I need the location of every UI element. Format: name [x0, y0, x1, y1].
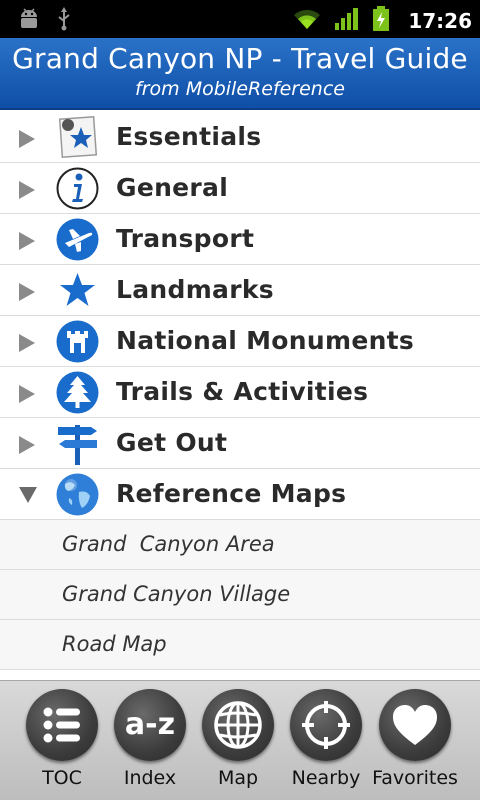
collapse-arrow-icon — [19, 487, 37, 503]
list-icon — [26, 689, 98, 761]
app-header: Grand Canyon NP - Travel Guide from Mobi… — [0, 38, 480, 110]
favorites-button-label: Favorites — [372, 767, 458, 789]
globe-grid-icon — [202, 689, 274, 761]
globe-icon — [56, 473, 99, 516]
index-button-label: Index — [123, 767, 177, 789]
signpost-icon — [58, 425, 97, 465]
toc-item-get-out[interactable]: Get Out — [0, 418, 480, 469]
toc-button-label: TOC — [42, 767, 82, 789]
a-z-glyph: a-z — [125, 707, 175, 742]
app-title: Grand Canyon NP - Travel Guide — [12, 42, 468, 75]
toc-item-label: Transport — [116, 224, 255, 253]
tree-icon — [56, 371, 99, 414]
bottom-toolbar: TOC a-z Index Map Nearby Favorites — [0, 680, 480, 800]
favorites-button[interactable]: Favorites — [370, 681, 460, 800]
expand-arrow-icon — [19, 130, 35, 148]
nearby-button-label: Nearby — [291, 767, 361, 789]
toc-item-landmarks[interactable]: Landmarks — [0, 265, 480, 316]
toc-item-transport[interactable]: Transport — [0, 214, 480, 265]
expand-arrow-icon — [19, 283, 35, 301]
star-icon — [60, 273, 95, 306]
usb-icon — [56, 7, 72, 35]
toc-item-national-monuments[interactable]: National Monuments — [0, 316, 480, 367]
toc-item-reference-maps[interactable]: Reference Maps — [0, 469, 480, 520]
map-item-grand-canyon-village[interactable]: Grand Canyon Village — [0, 570, 480, 620]
essentials-star-card-icon — [58, 116, 98, 158]
heart-icon — [379, 689, 451, 761]
expand-arrow-icon — [19, 334, 35, 352]
map-item-grand-canyon-area[interactable]: Grand Canyon Area — [0, 520, 480, 570]
expand-arrow-icon — [19, 436, 35, 454]
airplane-icon — [56, 218, 99, 261]
map-button-label: Map — [217, 767, 259, 789]
map-item-label: Road Map — [62, 632, 167, 656]
map-item-label: Grand Canyon Area — [62, 532, 275, 556]
toc-item-label: National Monuments — [116, 326, 415, 355]
toc-item-label: Trails & Activities — [116, 377, 369, 406]
crosshair-icon — [290, 689, 362, 761]
toc-item-label: Landmarks — [116, 275, 274, 304]
map-button[interactable]: Map — [193, 681, 283, 800]
nearby-button[interactable]: Nearby — [281, 681, 371, 800]
app-subtitle: from MobileReference — [135, 78, 345, 100]
map-item-label: Grand Canyon Village — [62, 582, 291, 606]
tower-icon — [56, 320, 99, 363]
index-button[interactable]: a-z Index — [105, 681, 195, 800]
toc-item-essentials[interactable]: Essentials — [0, 112, 480, 163]
signal-icon — [334, 7, 360, 35]
toc-list: Essentials General Transport Landmarks N… — [0, 112, 480, 670]
map-item-road-map[interactable]: Road Map — [0, 620, 480, 670]
toc-item-label: General — [116, 173, 229, 202]
battery-charging-icon — [372, 6, 390, 36]
wifi-icon — [292, 7, 322, 35]
toc-item-label: Reference Maps — [116, 479, 347, 508]
expand-arrow-icon — [19, 385, 35, 403]
a-z-icon: a-z — [114, 689, 186, 761]
info-icon — [56, 167, 99, 210]
toc-item-label: Essentials — [116, 122, 262, 151]
android-debug-icon — [18, 7, 40, 35]
toc-button[interactable]: TOC — [17, 681, 107, 800]
toc-item-label: Get Out — [116, 428, 228, 457]
toc-item-general[interactable]: General — [0, 163, 480, 214]
status-bar: 17:26 — [0, 0, 480, 38]
toc-item-trails-activities[interactable]: Trails & Activities — [0, 367, 480, 418]
clock: 17:26 — [408, 9, 472, 33]
expand-arrow-icon — [19, 232, 35, 250]
expand-arrow-icon — [19, 181, 35, 199]
